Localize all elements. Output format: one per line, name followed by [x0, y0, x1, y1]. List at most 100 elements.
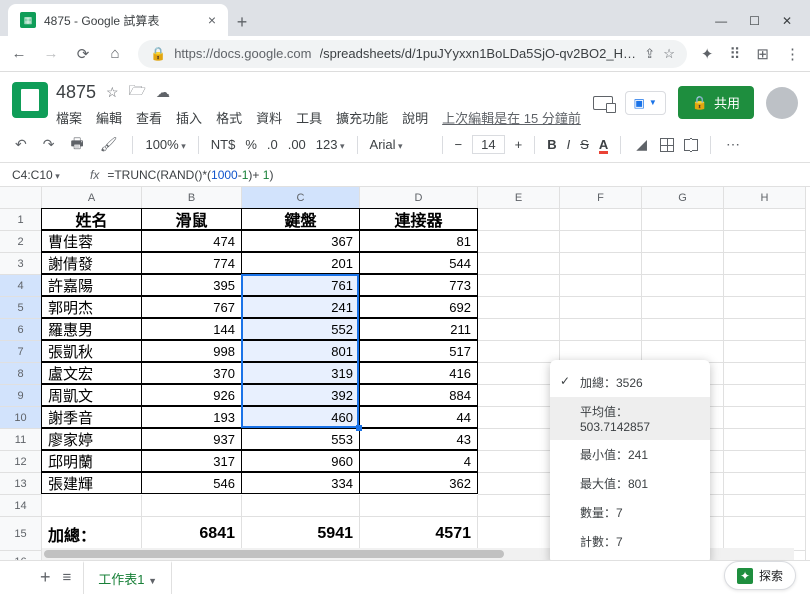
menu-edit[interactable]: 編輯 [96, 108, 122, 127]
cell[interactable] [478, 297, 560, 319]
value-cell[interactable]: 362 [359, 472, 478, 494]
cell[interactable] [478, 275, 560, 297]
cell[interactable] [478, 451, 560, 473]
borders-button[interactable] [660, 138, 674, 152]
value-cell[interactable]: 761 [241, 274, 360, 296]
value-cell[interactable]: 44 [359, 406, 478, 428]
col-header[interactable]: D [360, 187, 478, 209]
print-icon[interactable]: 🖶 [67, 131, 86, 159]
browser-tab[interactable]: ▦ 4875 - Google 試算表 × [8, 4, 228, 36]
row-header[interactable]: 11 [0, 429, 42, 451]
cell[interactable] [642, 275, 724, 297]
sheet-tab-1[interactable]: 工作表1 ▼ [83, 561, 172, 596]
cell[interactable] [478, 341, 560, 363]
fillcolor-button[interactable]: ◢ [633, 134, 650, 155]
name-cell[interactable]: 謝季音 [41, 406, 142, 428]
row-header[interactable]: 2 [0, 231, 42, 253]
cell[interactable] [724, 495, 806, 517]
font-select[interactable]: Arial [370, 137, 430, 152]
row-header[interactable]: 10 [0, 407, 42, 429]
cell[interactable] [642, 319, 724, 341]
col-header[interactable]: H [724, 187, 806, 209]
popup-max[interactable]: 最大值：801 [550, 469, 710, 498]
fontsize-dec[interactable]: − [455, 137, 463, 152]
value-cell[interactable]: 801 [241, 340, 360, 362]
cell[interactable] [560, 297, 642, 319]
row-header[interactable]: 13 [0, 473, 42, 495]
menu-format[interactable]: 格式 [216, 108, 242, 127]
menu-icon[interactable]: ⋮ [785, 45, 800, 63]
name-cell[interactable]: 張建輝 [41, 472, 142, 494]
star-icon[interactable]: ☆ [663, 46, 675, 62]
value-cell[interactable]: 367 [241, 230, 360, 252]
doc-title[interactable]: 4875 [56, 82, 96, 103]
col-header[interactable]: A [42, 187, 142, 209]
menu-extensions[interactable]: 擴充功能 [336, 108, 388, 127]
textcolor-button[interactable]: A [599, 137, 608, 152]
value-cell[interactable]: 319 [241, 362, 360, 384]
menu-insert[interactable]: 插入 [176, 108, 202, 127]
cell[interactable] [724, 209, 806, 231]
value-cell[interactable]: 370 [141, 362, 242, 384]
formula-input[interactable]: =TRUNC(RAND()*(1000-1)+ 1) [107, 168, 810, 182]
comments-icon[interactable] [593, 96, 613, 110]
cell[interactable] [242, 495, 360, 517]
cell[interactable] [478, 385, 560, 407]
row-header[interactable]: 1 [0, 209, 42, 231]
header-cell[interactable]: 鍵盤 [241, 208, 360, 230]
url-box[interactable]: 🔒 https://docs.google.com /spreadsheets/… [138, 40, 687, 68]
cell[interactable] [724, 275, 806, 297]
numfmt-button[interactable]: 123 [316, 137, 345, 152]
dec00-button[interactable]: .00 [288, 137, 306, 152]
menu-help[interactable]: 說明 [402, 108, 428, 127]
minimize-icon[interactable]: — [715, 14, 727, 28]
move-icon[interactable]: 🗁 [129, 80, 146, 104]
value-cell[interactable]: 81 [359, 230, 478, 252]
value-cell[interactable]: 416 [359, 362, 478, 384]
reload-icon[interactable]: ⟳ [74, 45, 92, 63]
row-header[interactable]: 12 [0, 451, 42, 473]
cell[interactable] [724, 341, 806, 363]
forward-icon[interactable]: → [42, 45, 60, 62]
value-cell[interactable]: 392 [241, 384, 360, 406]
col-header[interactable]: C [242, 187, 360, 209]
popup-min[interactable]: 最小值：241 [550, 440, 710, 469]
cell[interactable] [642, 209, 724, 231]
menu-data[interactable]: 資料 [256, 108, 282, 127]
cell[interactable] [724, 297, 806, 319]
name-cell[interactable]: 曹佳蓉 [41, 230, 142, 252]
row-header[interactable]: 8 [0, 363, 42, 385]
cell[interactable] [560, 231, 642, 253]
cell[interactable] [142, 495, 242, 517]
value-cell[interactable]: 4 [359, 450, 478, 472]
cell[interactable] [478, 429, 560, 451]
cell[interactable] [560, 275, 642, 297]
row-header[interactable]: 5 [0, 297, 42, 319]
value-cell[interactable]: 193 [141, 406, 242, 428]
cell[interactable] [724, 451, 806, 473]
header-cell[interactable]: 姓名 [41, 208, 142, 230]
col-header[interactable]: G [642, 187, 724, 209]
row-header[interactable]: 14 [0, 495, 42, 517]
value-cell[interactable]: 884 [359, 384, 478, 406]
add-sheet-icon[interactable]: + [40, 567, 51, 588]
menu-file[interactable]: 檔案 [56, 108, 82, 127]
value-cell[interactable]: 201 [241, 252, 360, 274]
value-cell[interactable]: 241 [241, 296, 360, 318]
header-cell[interactable]: 滑鼠 [141, 208, 242, 230]
last-edit[interactable]: 上次編輯是在 15 分鐘前 [442, 108, 581, 127]
cell[interactable] [478, 473, 560, 495]
name-box[interactable]: C4:C10 [0, 168, 82, 182]
cell[interactable] [642, 253, 724, 275]
row-header[interactable]: 3 [0, 253, 42, 275]
cell[interactable] [724, 319, 806, 341]
cell[interactable] [560, 253, 642, 275]
total-cell[interactable]: 4571 [360, 517, 478, 551]
name-cell[interactable]: 廖家婷 [41, 428, 142, 450]
value-cell[interactable]: 474 [141, 230, 242, 252]
value-cell[interactable]: 773 [359, 274, 478, 296]
name-cell[interactable]: 盧文宏 [41, 362, 142, 384]
bold-button[interactable]: B [547, 137, 556, 152]
cell[interactable] [478, 495, 560, 517]
name-cell[interactable]: 謝倩發 [41, 252, 142, 274]
